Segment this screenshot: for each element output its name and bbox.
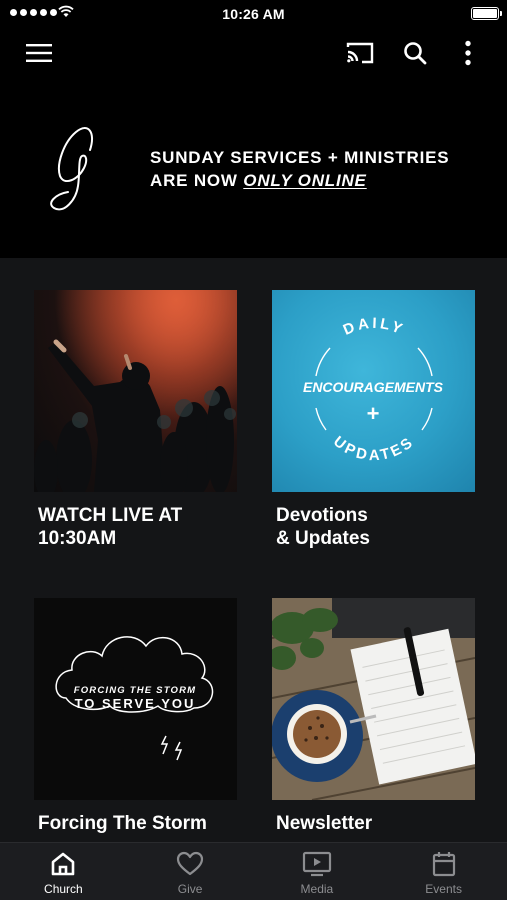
art-plus: + [367,401,380,426]
search-button[interactable] [398,36,432,70]
church-logo-icon [50,127,94,211]
status-time: 10:26 AM [222,6,285,22]
menu-button[interactable] [22,36,56,70]
search-icon [404,42,427,65]
card-title-line-1: Devotions [276,505,368,526]
devotions-image: DAILY ENCOURAGEMENTS + UPDATES [272,290,475,492]
app-bar [0,28,507,78]
media-play-icon [302,851,331,877]
storm-sermon-image: FORCING THE STORM TO SERVE YOU [34,598,237,800]
watch-live-image [34,290,237,492]
banner-line-1: SUNDAY SERVICES + MINISTRIES [150,148,450,167]
tab-label: Give [177,882,203,896]
svg-text:UPDATES: UPDATES [330,433,418,464]
card-title-line-1: Newsletter [276,813,373,834]
banner-line-2: ARE NOW ONLY ONLINE [150,169,449,192]
art-daily: DAILY [341,315,405,339]
card-title: Devotions & Updates [272,504,475,550]
tab-church[interactable]: Church [0,843,127,900]
cast-button[interactable] [343,36,377,70]
card-newsletter[interactable]: Newsletter [272,598,475,835]
card-forcing-the-storm[interactable]: FORCING THE STORM TO SERVE YOU Forcing T… [34,598,237,835]
art-forcing-the-storm: FORCING THE STORM [74,685,197,696]
card-title-line-2: 10:30AM [38,528,117,549]
tab-give[interactable]: Give [127,843,254,900]
bottom-tab-bar: Church Give Media Events [0,842,507,900]
home-icon [52,852,75,876]
calendar-icon [432,852,455,877]
daily-encouragements-artwork: DAILY ENCOURAGEMENTS + UPDATES [303,315,444,464]
tab-events[interactable]: Events [380,843,507,900]
announcement-banner[interactable]: SUNDAY SERVICES + MINISTRIES ARE NOW ONL… [0,78,507,258]
coffee-notebook-photo [272,598,475,800]
tab-label: Church [44,882,83,896]
menu-icon [26,44,52,62]
status-bar: 10:26 AM [0,0,507,28]
newsletter-image [272,598,475,800]
tab-label: Media [300,882,334,896]
card-title-line-1: WATCH LIVE AT [38,505,183,526]
content-grid: WATCH LIVE AT 10:30AM DAILY ENCOURAGEMEN… [0,258,507,842]
svg-text:DAILY: DAILY [341,315,408,339]
banner-emphasis: ONLY ONLINE [243,171,367,190]
storm-cloud-artwork: FORCING THE STORM TO SERVE YOU [55,636,214,761]
card-title: WATCH LIVE AT 10:30AM [34,504,237,550]
more-options-button[interactable] [451,36,485,70]
card-devotions[interactable]: DAILY ENCOURAGEMENTS + UPDATES Devotions… [272,290,475,550]
art-to-serve-you: TO SERVE YOU [75,696,196,711]
battery-icon [471,7,502,20]
tab-label: Events [425,882,462,896]
tab-media[interactable]: Media [254,843,381,900]
card-title: Forcing The Storm [34,812,237,835]
art-updates: UPDATES [330,433,415,464]
more-vertical-icon [465,40,471,66]
banner-line-2-prefix: ARE NOW [150,171,244,190]
art-encouragements: ENCOURAGEMENTS [303,379,444,395]
cast-icon [346,42,374,64]
worship-crowd-illustration [34,290,237,492]
card-title: Newsletter [272,812,475,835]
banner-headline: SUNDAY SERVICES + MINISTRIES ARE NOW ONL… [150,146,449,192]
card-title-line-2: & Updates [276,528,370,549]
heart-icon [177,851,204,876]
card-watch-live[interactable]: WATCH LIVE AT 10:30AM [34,290,237,550]
card-title-line-1: Forcing The Storm [38,813,207,834]
